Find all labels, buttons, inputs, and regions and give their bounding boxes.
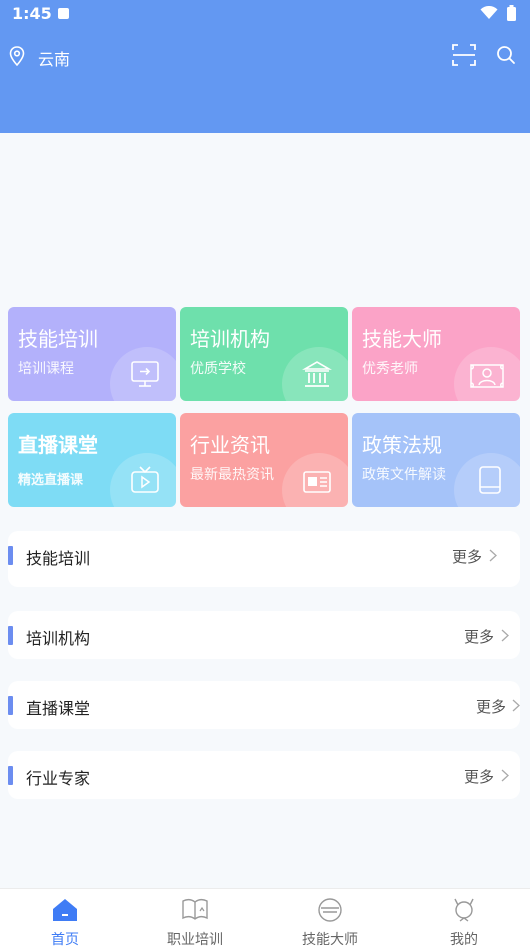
nav-item-mine[interactable]: 我的 xyxy=(399,889,529,952)
newspaper-icon xyxy=(303,471,331,493)
bottom-nav: 首页 职业培训 技能大师 我的 xyxy=(0,888,530,952)
status-bar: 1:45 xyxy=(0,0,530,28)
nav-label: 职业培训 xyxy=(167,932,223,948)
grid-card-live-class[interactable]: 直播课堂 精选直播课 xyxy=(8,413,176,507)
bank-icon xyxy=(302,361,332,387)
location-pin-icon[interactable] xyxy=(9,46,25,66)
grid-card-policy[interactable]: 政策法规 政策文件解读 xyxy=(352,413,520,507)
card-subtitle: 优质学校 xyxy=(190,361,246,377)
card-title: 直播课堂 xyxy=(18,433,98,457)
section-title: 直播课堂 xyxy=(26,699,91,718)
chevron-right-icon[interactable] xyxy=(489,549,497,562)
nav-label: 技能大师 xyxy=(302,932,358,948)
tv-icon xyxy=(131,466,159,493)
section-skill-training: 技能培训 更多 xyxy=(8,531,520,587)
nav-item-skill-master[interactable]: 技能大师 xyxy=(265,889,395,952)
nav-label: 我的 xyxy=(450,932,478,948)
section-bar xyxy=(8,766,13,785)
section-live-class: 直播课堂 更多 xyxy=(8,681,520,729)
notification-icon xyxy=(58,8,69,19)
section-bar xyxy=(8,626,13,645)
grid-card-training-institution[interactable]: 培训机构 优质学校 xyxy=(180,307,348,401)
card-subtitle: 培训课程 xyxy=(18,361,74,377)
search-icon[interactable] xyxy=(496,45,516,65)
card-subtitle: 最新最热资讯 xyxy=(190,467,274,483)
grid-card-industry-news[interactable]: 行业资讯 最新最热资讯 xyxy=(180,413,348,507)
more-link[interactable]: 更多 xyxy=(464,626,494,647)
more-link[interactable]: 更多 xyxy=(452,546,482,567)
chevron-right-icon[interactable] xyxy=(501,629,509,642)
battery-icon xyxy=(507,5,516,21)
card-subtitle: 优秀老师 xyxy=(362,361,418,377)
banner-area xyxy=(0,133,530,303)
cat-face-icon xyxy=(454,898,474,922)
section-training-institution: 培训机构 更多 xyxy=(8,611,520,659)
card-subtitle: 政策文件解读 xyxy=(362,467,446,483)
section-industry-expert: 行业专家 更多 xyxy=(8,751,520,799)
section-bar xyxy=(8,696,13,715)
home-icon xyxy=(53,899,77,921)
card-title: 技能培训 xyxy=(18,327,98,351)
wifi-icon xyxy=(480,6,498,19)
more-link[interactable]: 更多 xyxy=(464,766,494,787)
scan-icon[interactable] xyxy=(452,44,476,66)
card-title: 技能大师 xyxy=(362,327,442,351)
card-title: 行业资讯 xyxy=(190,433,270,457)
location-label[interactable]: 云南 xyxy=(38,46,70,70)
nav-item-vocational-training[interactable]: 职业培训 xyxy=(130,889,260,952)
card-subtitle: 精选直播课 xyxy=(18,473,84,488)
grid-card-skill-master[interactable]: 技能大师 优秀老师 xyxy=(352,307,520,401)
portrait-icon xyxy=(470,364,504,388)
open-book-icon xyxy=(182,898,208,920)
status-time: 1:45 xyxy=(12,4,52,23)
grid-card-skill-training[interactable]: 技能培训 培训课程 xyxy=(8,307,176,401)
section-title: 行业专家 xyxy=(26,769,91,788)
section-title: 培训机构 xyxy=(26,629,91,648)
mask-icon xyxy=(318,898,342,922)
section-title: 技能培训 xyxy=(26,549,91,568)
more-link[interactable]: 更多 xyxy=(476,696,506,717)
chevron-right-icon[interactable] xyxy=(512,699,520,712)
section-bar xyxy=(8,546,13,565)
monitor-icon xyxy=(131,361,159,387)
book-icon xyxy=(479,466,501,494)
chevron-right-icon[interactable] xyxy=(501,769,509,782)
nav-item-home[interactable]: 首页 xyxy=(0,889,130,952)
nav-label: 首页 xyxy=(51,932,79,948)
top-header: 1:45 云南 xyxy=(0,0,530,133)
card-title: 政策法规 xyxy=(362,433,442,457)
card-title: 培训机构 xyxy=(190,327,270,351)
